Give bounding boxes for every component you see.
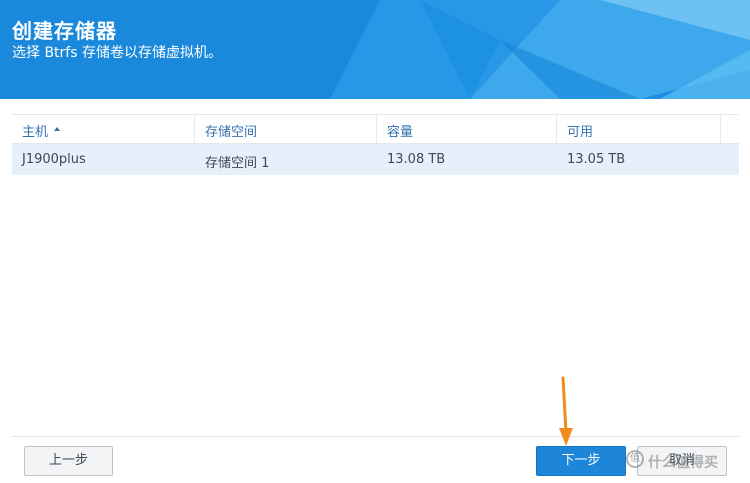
annotation-arrow-icon — [559, 376, 573, 446]
cell-storage: 存储空间 1 — [195, 144, 377, 175]
sort-ascending-icon — [54, 127, 60, 131]
storage-grid: 主机 存储空间 容量 可用 J1900plus 存储空间 1 13.08 TB … — [12, 114, 739, 437]
cell-text: 13.05 TB — [567, 152, 626, 167]
page-title: 创建存储器 — [12, 19, 117, 43]
column-header-storage[interactable]: 存储空间 — [195, 115, 377, 143]
column-header-label: 主机 — [22, 125, 49, 140]
column-header-capacity[interactable]: 容量 — [377, 115, 557, 143]
cell-available: 13.05 TB — [557, 144, 721, 175]
page-subtitle: 选择 Btrfs 存储卷以存储虚拟机。 — [12, 45, 222, 61]
footer-divider — [12, 436, 739, 437]
cell-text: 13.08 TB — [387, 152, 446, 167]
column-header-available[interactable]: 可用 — [557, 115, 721, 143]
previous-button[interactable]: 上一步 — [24, 446, 113, 476]
watermark: 什么值得买 — [648, 455, 718, 471]
grid-header: 主机 存储空间 容量 可用 — [12, 115, 739, 144]
table-row[interactable]: J1900plus 存储空间 1 13.08 TB 13.05 TB — [12, 144, 739, 175]
cell-text: J1900plus — [22, 152, 86, 167]
column-header-host[interactable]: 主机 — [12, 115, 195, 143]
cell-host: J1900plus — [12, 144, 195, 175]
next-button[interactable]: 下一步 — [536, 446, 626, 476]
wizard-header: 创建存储器 选择 Btrfs 存储卷以存储虚拟机。 — [0, 0, 750, 99]
cell-text: 存储空间 1 — [205, 156, 270, 171]
column-header-label: 容量 — [387, 125, 414, 140]
column-header-label: 存储空间 — [205, 125, 258, 140]
column-header-label: 可用 — [567, 125, 594, 140]
cell-capacity: 13.08 TB — [377, 144, 557, 175]
watermark-logo-icon: 值 — [626, 450, 644, 468]
